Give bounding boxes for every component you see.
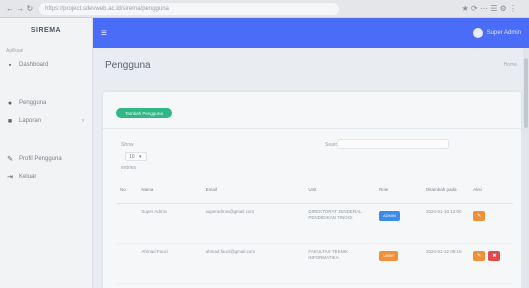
cell-no (117, 243, 139, 284)
cell-unit: DIREKTORAT JENDERAL PENDIDIKAN TINGGI (305, 203, 376, 244)
logout-icon: ⇥ (7, 174, 13, 181)
browser-extension-icons[interactable]: ★ ⟳ ⋯ ☰ ⚙ ⋮ (462, 4, 523, 13)
search-input[interactable] (337, 139, 449, 149)
main-content: Pengguna Home Tambah Pengguna Show 10 ▾ … (93, 48, 529, 288)
column-header-unit[interactable]: Unit (305, 177, 376, 204)
cell-email: superadmin@gmail.com (202, 203, 306, 244)
sidebar-item-label: Laporan (19, 118, 42, 124)
column-header-role[interactable]: Role (375, 177, 424, 204)
sidebar-item-label: Dashboard (19, 62, 49, 68)
avatar (472, 28, 483, 38)
users-table: No Nama Email Unit Role Ditambah pada Ak… (117, 177, 513, 284)
users-card: Tambah Pengguna Show 10 ▾ entries Search… (103, 92, 521, 288)
page-scrollbar[interactable] (523, 48, 529, 288)
entries-suffix: entries (121, 165, 137, 171)
cell-nama: Ahmad Fauzi (138, 243, 203, 284)
entries-select-value: 10 (129, 154, 135, 160)
cell-date: 2024-01-12 09:15 (423, 243, 471, 284)
entries-select[interactable]: 10 ▾ (125, 152, 147, 161)
cell-email: ahmad.fauzi@gmail.com (202, 243, 306, 284)
breadcrumb[interactable]: Home (504, 62, 517, 68)
user-name: Super Admin (486, 30, 521, 36)
card-divider (103, 128, 521, 129)
cell-role: ADMIN (375, 203, 424, 244)
page-header: Pengguna Home (93, 48, 529, 82)
dashboard-icon: ▪ (8, 61, 12, 69)
cell-actions: ✎ ✖ (470, 243, 513, 284)
column-header-nama[interactable]: Nama (138, 177, 203, 204)
role-badge: ADMIN (378, 210, 400, 221)
sidebar-item-laporan[interactable]: ■ Laporan › (0, 112, 92, 130)
cell-unit: FAKULTAS TEKNIK INFORMATIKA (305, 243, 376, 284)
user-icon: ● (7, 99, 13, 107)
edit-button[interactable]: ✎ (473, 250, 486, 261)
sidebar-item-profil[interactable]: ✎ Profil Pengguna (0, 150, 92, 168)
sidebar-item-label: Profil Pengguna (19, 156, 62, 162)
cell-no (117, 203, 139, 244)
sidebar: SIREMA Aplikasi ▪ Dashboard ● Pengguna ■… (0, 18, 93, 288)
cell-role: USER (375, 243, 424, 284)
scrollbar-thumb[interactable] (524, 58, 528, 128)
cell-nama: Super Admin (138, 203, 203, 244)
cell-date: 2024-01-10 12:00 (423, 203, 471, 244)
chevron-right-icon: › (82, 118, 84, 124)
table-row: Super Admin superadmin@gmail.com DIREKTO… (117, 203, 513, 244)
delete-button[interactable]: ✖ (488, 250, 501, 261)
address-bar[interactable]: https://project.sdevweb.ac.id/sirema/pen… (39, 2, 340, 15)
column-header-aksi: Aksi (470, 177, 513, 204)
hamburger-menu-icon[interactable]: ≡ (101, 28, 107, 39)
cell-actions: ✎ (470, 203, 513, 244)
column-header-ditambah[interactable]: Ditambah pada (423, 177, 471, 204)
user-menu[interactable]: Super Admin (472, 28, 521, 38)
sidebar-heading: Aplikasi (6, 48, 24, 54)
sidebar-item-dashboard[interactable]: ▪ Dashboard (0, 56, 92, 74)
table-header-row: No Nama Email Unit Role Ditambah pada Ak… (117, 177, 513, 204)
profile-icon: ✎ (7, 156, 13, 163)
add-user-button[interactable]: Tambah Pengguna (116, 108, 172, 118)
browser-toolbar: ← → ↻ https://project.sdevweb.ac.id/sire… (0, 0, 529, 18)
page-title: Pengguna (105, 59, 151, 71)
entries-label: Show (121, 142, 134, 148)
table-row: Ahmad Fauzi ahmad.fauzi@gmail.com FAKULT… (117, 243, 513, 284)
sidebar-item-label: Keluar (19, 174, 37, 180)
column-header-no[interactable]: No (117, 177, 139, 204)
app-brand[interactable]: SIREMA (0, 18, 92, 42)
browser-nav-icons[interactable]: ← → ↻ (6, 4, 33, 13)
edit-button[interactable]: ✎ (473, 210, 486, 221)
top-navbar: ≡ Super Admin (93, 18, 529, 48)
report-icon: ■ (7, 117, 13, 125)
sidebar-item-label: Pengguna (19, 100, 47, 106)
sidebar-item-keluar[interactable]: ⇥ Keluar (0, 168, 92, 186)
chevron-down-icon: ▾ (138, 154, 142, 160)
column-header-email[interactable]: Email (202, 177, 306, 204)
sidebar-item-pengguna[interactable]: ● Pengguna (0, 94, 92, 112)
role-badge: USER (378, 250, 399, 261)
